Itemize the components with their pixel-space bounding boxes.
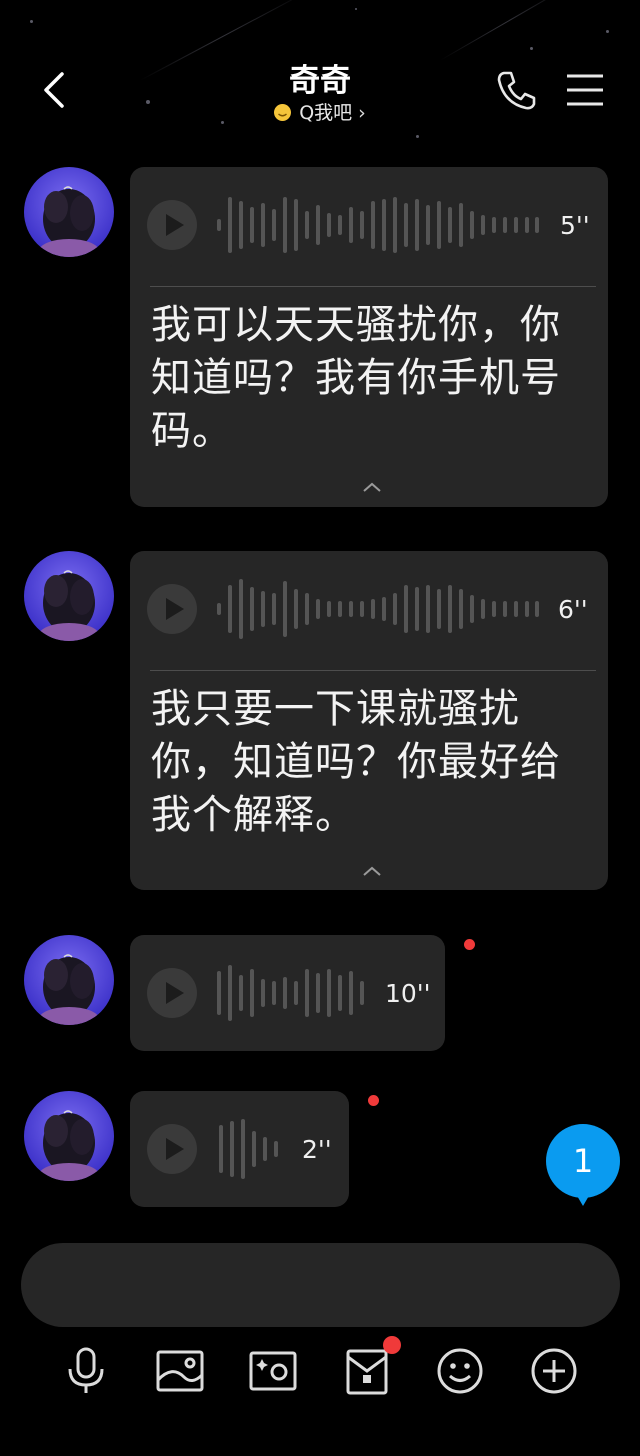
voice-input-button[interactable] xyxy=(60,1345,112,1397)
message-input[interactable] xyxy=(49,1263,593,1309)
voice-call-button[interactable] xyxy=(494,68,538,112)
photo-icon xyxy=(156,1350,204,1392)
camera-button[interactable] xyxy=(247,1345,299,1397)
play-button[interactable] xyxy=(147,1124,197,1174)
contact-name[interactable]: 奇奇 xyxy=(0,55,640,100)
divider xyxy=(150,286,596,287)
voice-message-bubble[interactable]: 6'' 我只要一下课就骚扰你，知道吗？你最好给我个解释。 xyxy=(130,551,608,890)
voice-message-bubble[interactable]: 5'' 我可以天天骚扰你，你知道吗？我有你手机号码。 xyxy=(130,167,608,507)
waveform-icon xyxy=(217,579,539,639)
red-packet-icon xyxy=(346,1349,388,1395)
camera-icon xyxy=(249,1351,297,1391)
voice-message-bubble[interactable]: 10'' xyxy=(130,935,445,1051)
play-button[interactable] xyxy=(147,584,197,634)
unread-dot xyxy=(464,939,475,950)
voice-duration: 2'' xyxy=(302,1135,332,1164)
chevron-up-icon[interactable] xyxy=(360,864,384,878)
chevron-right-icon: › xyxy=(358,102,366,124)
new-message-badge[interactable]: 1 xyxy=(546,1124,620,1206)
menu-button[interactable] xyxy=(565,72,605,108)
waveform-icon xyxy=(217,965,364,1021)
play-button[interactable] xyxy=(147,200,197,250)
status-text: Q我吧 xyxy=(299,102,353,124)
contact-avatar[interactable] xyxy=(24,935,114,1025)
contact-avatar[interactable] xyxy=(24,1091,114,1181)
message-input-bar[interactable] xyxy=(21,1243,620,1327)
emoji-icon xyxy=(437,1348,483,1394)
voice-duration: 5'' xyxy=(560,211,590,240)
voice-transcript: 我可以天天骚扰你，你知道吗？我有你手机号码。 xyxy=(151,302,561,454)
plus-icon xyxy=(531,1348,577,1394)
chat-header: 奇奇 Q我吧 › xyxy=(0,0,640,140)
phone-icon xyxy=(497,71,536,110)
waveform-icon xyxy=(219,1119,278,1179)
chevron-up-icon[interactable] xyxy=(360,480,384,494)
new-message-count: 1 xyxy=(572,1142,594,1180)
play-button[interactable] xyxy=(147,968,197,1018)
microphone-icon xyxy=(68,1347,104,1393)
divider xyxy=(150,670,596,671)
voice-transcript: 我只要一下课就骚扰你，知道吗？你最好给我个解释。 xyxy=(151,686,561,838)
notification-dot xyxy=(383,1336,401,1354)
contact-avatar[interactable] xyxy=(24,167,114,257)
more-button[interactable] xyxy=(528,1345,580,1397)
unread-dot xyxy=(368,1095,379,1106)
contact-status[interactable]: Q我吧 › xyxy=(0,98,640,125)
red-packet-button[interactable] xyxy=(341,1345,393,1397)
waveform-icon xyxy=(217,197,539,253)
hamburger-menu-icon xyxy=(567,74,603,106)
photo-button[interactable] xyxy=(154,1345,206,1397)
voice-message-bubble[interactable]: 2'' xyxy=(130,1091,349,1207)
status-emoji-icon xyxy=(274,104,292,121)
voice-duration: 10'' xyxy=(385,979,431,1008)
voice-duration: 6'' xyxy=(558,595,588,624)
emoji-button[interactable] xyxy=(434,1345,486,1397)
contact-avatar[interactable] xyxy=(24,551,114,641)
